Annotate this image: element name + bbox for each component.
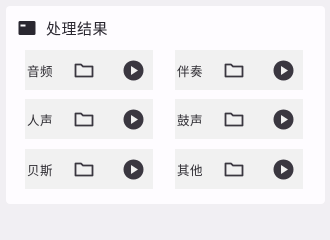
play-icon[interactable]: [122, 108, 144, 130]
result-tile-other: 其他: [175, 149, 303, 189]
folder-icon[interactable]: [223, 159, 245, 179]
result-tile-audio: 音频: [25, 50, 153, 90]
play-icon[interactable]: [272, 108, 294, 130]
tile-label: 伴奏: [177, 63, 204, 79]
play-icon[interactable]: [272, 158, 294, 180]
results-card: 处理结果 音频 伴奏 人声 鼓声 贝斯 其他: [6, 6, 325, 204]
tile-label: 鼓声: [177, 112, 204, 128]
tile-label: 其他: [177, 162, 204, 178]
folder-icon[interactable]: [73, 159, 95, 179]
play-icon[interactable]: [122, 59, 144, 81]
results-title: 处理结果: [46, 19, 109, 38]
play-icon[interactable]: [122, 158, 144, 180]
result-tile-accompaniment: 伴奏: [175, 50, 303, 90]
tile-label: 人声: [27, 112, 54, 128]
folder-icon[interactable]: [223, 60, 245, 80]
folder-icon[interactable]: [73, 60, 95, 80]
result-tile-bass: 贝斯: [25, 149, 153, 189]
play-icon[interactable]: [272, 59, 294, 81]
result-tile-drums: 鼓声: [175, 99, 303, 139]
tile-label: 音频: [27, 63, 54, 79]
result-tile-vocals: 人声: [25, 99, 153, 139]
tile-label: 贝斯: [27, 162, 54, 178]
folder-filled-icon: [18, 20, 36, 36]
folder-icon[interactable]: [73, 109, 95, 129]
results-header: 处理结果: [18, 16, 108, 40]
folder-icon[interactable]: [223, 109, 245, 129]
